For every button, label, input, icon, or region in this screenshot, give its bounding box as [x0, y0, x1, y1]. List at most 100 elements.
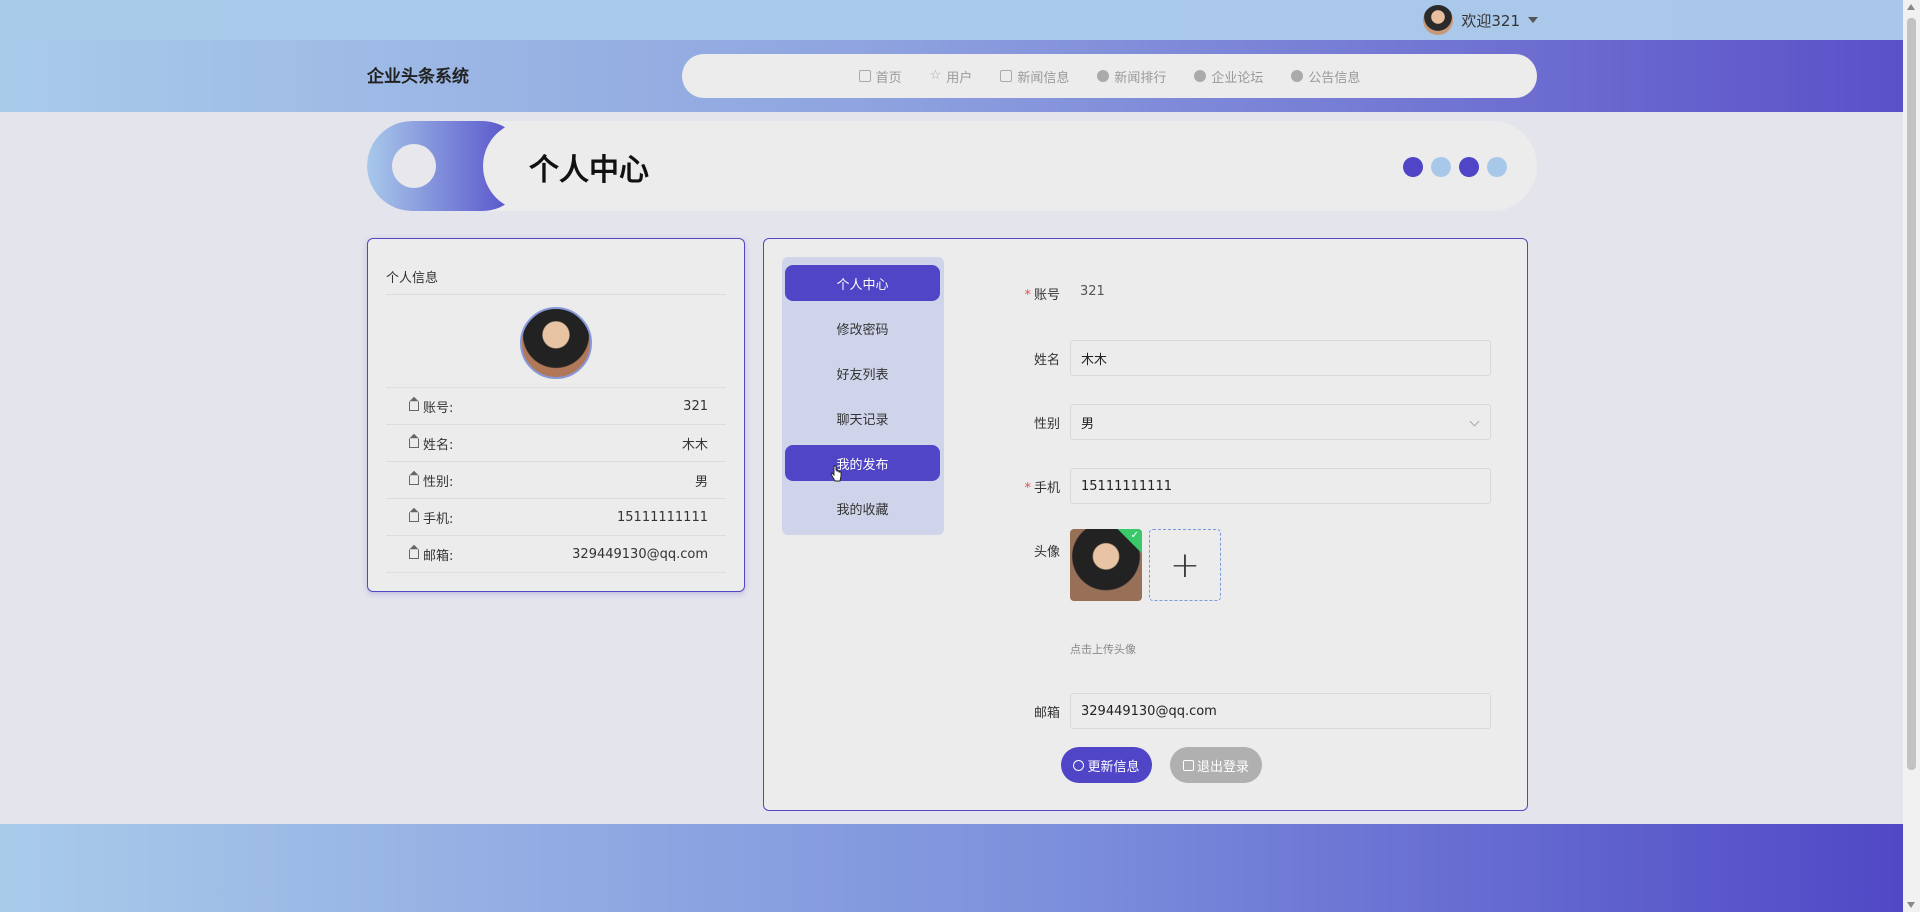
- profile-avatar: [520, 307, 592, 379]
- email-label: 邮箱: [1033, 706, 1060, 721]
- account-value: 321: [1080, 284, 1105, 299]
- name-field[interactable]: 木木: [1070, 340, 1491, 376]
- required-mark: *: [1024, 288, 1031, 303]
- welcome-text[interactable]: 欢迎321: [1461, 10, 1520, 31]
- name-label: 姓名: [1033, 353, 1060, 368]
- divider: [386, 294, 726, 295]
- main-nav: 首页 ☆ 用户 新闻信息 新闻排行 企业论坛 公告信息: [682, 54, 1537, 98]
- side-menu: 个人中心 修改密码 好友列表 聊天记录 我的发布 我的收藏: [782, 257, 944, 535]
- footer: [0, 824, 1903, 912]
- info-label: 手机:: [409, 508, 453, 527]
- home-icon: [409, 438, 419, 448]
- scroll-down-icon[interactable]: [1907, 902, 1915, 908]
- home-icon: [409, 512, 419, 522]
- nav-label: 新闻信息: [1017, 70, 1070, 86]
- phone-field[interactable]: 15111111111: [1070, 468, 1491, 504]
- info-value: 321: [683, 398, 708, 414]
- email-field[interactable]: 329449130@qq.com: [1070, 693, 1491, 729]
- home-icon: [409, 475, 419, 485]
- caret-down-icon[interactable]: [1528, 17, 1538, 23]
- banner-circle: [392, 144, 436, 188]
- info-row-account: 账号: 321: [386, 388, 726, 425]
- close-square-icon: [1182, 759, 1194, 771]
- gender-label: 性别: [1033, 417, 1060, 432]
- gender-value: 男: [1081, 416, 1095, 432]
- menu-item-change-password[interactable]: 修改密码: [785, 310, 940, 346]
- menu-item-my-posts[interactable]: 我的发布: [785, 445, 940, 482]
- info-label: 姓名:: [409, 434, 453, 453]
- banner-dot: [1487, 157, 1507, 177]
- info-label-text: 姓名:: [423, 437, 454, 453]
- nav-item-news[interactable]: 新闻信息: [1000, 67, 1069, 86]
- info-label: 性别:: [409, 471, 453, 490]
- info-icon: [1097, 70, 1110, 82]
- info-value: 男: [694, 474, 708, 490]
- scrollbar-thumb[interactable]: [1907, 18, 1916, 770]
- nav-item-home[interactable]: 首页: [858, 67, 902, 86]
- info-value: 木木: [681, 437, 708, 453]
- page-scrollbar[interactable]: [1903, 0, 1920, 912]
- scroll-up-icon[interactable]: [1907, 4, 1915, 10]
- header: 企业头条系统 首页 ☆ 用户 新闻信息 新闻排行 企业论坛 公告信息: [0, 40, 1903, 112]
- avatar[interactable]: [1423, 5, 1454, 35]
- info-label-text: 账号:: [423, 400, 454, 416]
- upload-add-button[interactable]: +: [1149, 529, 1221, 601]
- home-icon: [858, 70, 871, 82]
- uploaded-avatar[interactable]: ✓: [1070, 529, 1142, 601]
- info-row-email: 邮箱: 329449130@qq.com: [386, 536, 726, 573]
- banner-dot: [1431, 157, 1451, 177]
- info-label-text: 邮箱:: [423, 548, 454, 564]
- chevron-down-icon: [1469, 416, 1480, 427]
- menu-item-profile[interactable]: 个人中心: [785, 265, 940, 301]
- nav-label: 公告信息: [1308, 70, 1361, 86]
- account-label-text: 账号: [1033, 288, 1060, 303]
- info-label-text: 手机:: [423, 511, 454, 527]
- info-value: 15111111111: [617, 509, 708, 525]
- banner-dot: [1459, 157, 1479, 177]
- home-icon: [409, 401, 419, 411]
- logout-button[interactable]: 退出登录: [1170, 747, 1262, 783]
- banner-dots: [1403, 157, 1507, 177]
- info-label-text: 性别:: [423, 474, 454, 490]
- nav-label: 首页: [875, 70, 902, 86]
- profile-card-title: 个人信息: [386, 271, 439, 286]
- info-row-phone: 手机: 15111111111: [386, 499, 726, 536]
- check-circle-icon: [1073, 759, 1085, 771]
- info-row-gender: 性别: 男: [386, 462, 726, 499]
- update-info-button[interactable]: 更新信息: [1061, 747, 1152, 783]
- phone-label: * 手机: [1000, 477, 1060, 496]
- update-info-label: 更新信息: [1087, 759, 1140, 775]
- nav-item-users[interactable]: ☆ 用户: [930, 67, 973, 86]
- info-label: 账号:: [409, 397, 453, 416]
- plus-icon: +: [1169, 544, 1201, 586]
- logout-label: 退出登录: [1196, 759, 1249, 775]
- menu-item-label: 我的发布: [836, 457, 889, 473]
- top-bar: 欢迎321: [0, 0, 1903, 40]
- check-icon: ✓: [1130, 530, 1139, 541]
- nav-label: 新闻排行: [1114, 70, 1167, 86]
- page-title: 个人中心: [529, 153, 649, 188]
- upload-tip: 点击上传头像: [1070, 643, 1136, 656]
- brand-title: 企业头条系统: [367, 67, 469, 87]
- nav-label: 用户: [946, 70, 973, 86]
- info-label: 邮箱:: [409, 545, 453, 564]
- profile-card: 个人信息 账号: 321 姓名: 木木 性别: 男 手机: 1511111111…: [367, 238, 745, 592]
- avatar-label: 头像: [1033, 545, 1060, 560]
- menu-item-friends[interactable]: 好友列表: [785, 355, 940, 391]
- hand-cursor-icon: [830, 465, 842, 482]
- profile-form-card: 个人中心 修改密码 好友列表 聊天记录 我的发布 我的收藏 * 账号 321 姓名…: [763, 238, 1528, 811]
- menu-item-favorites[interactable]: 我的收藏: [785, 490, 940, 526]
- required-mark: *: [1024, 481, 1031, 496]
- phone-label-text: 手机: [1033, 481, 1060, 496]
- info-icon: [1194, 70, 1207, 82]
- gender-select[interactable]: 男: [1070, 404, 1491, 440]
- nav-item-forum[interactable]: 企业论坛: [1194, 67, 1263, 86]
- nav-item-notices[interactable]: 公告信息: [1291, 67, 1360, 86]
- user-menu[interactable]: 欢迎321: [1423, 3, 1538, 37]
- nav-item-news-ranking[interactable]: 新闻排行: [1097, 67, 1166, 86]
- bag-icon: [1000, 70, 1013, 82]
- menu-item-chat-history[interactable]: 聊天记录: [785, 400, 940, 436]
- info-row-name: 姓名: 木木: [386, 425, 726, 462]
- home-icon: [409, 549, 419, 559]
- banner-dot: [1403, 157, 1423, 177]
